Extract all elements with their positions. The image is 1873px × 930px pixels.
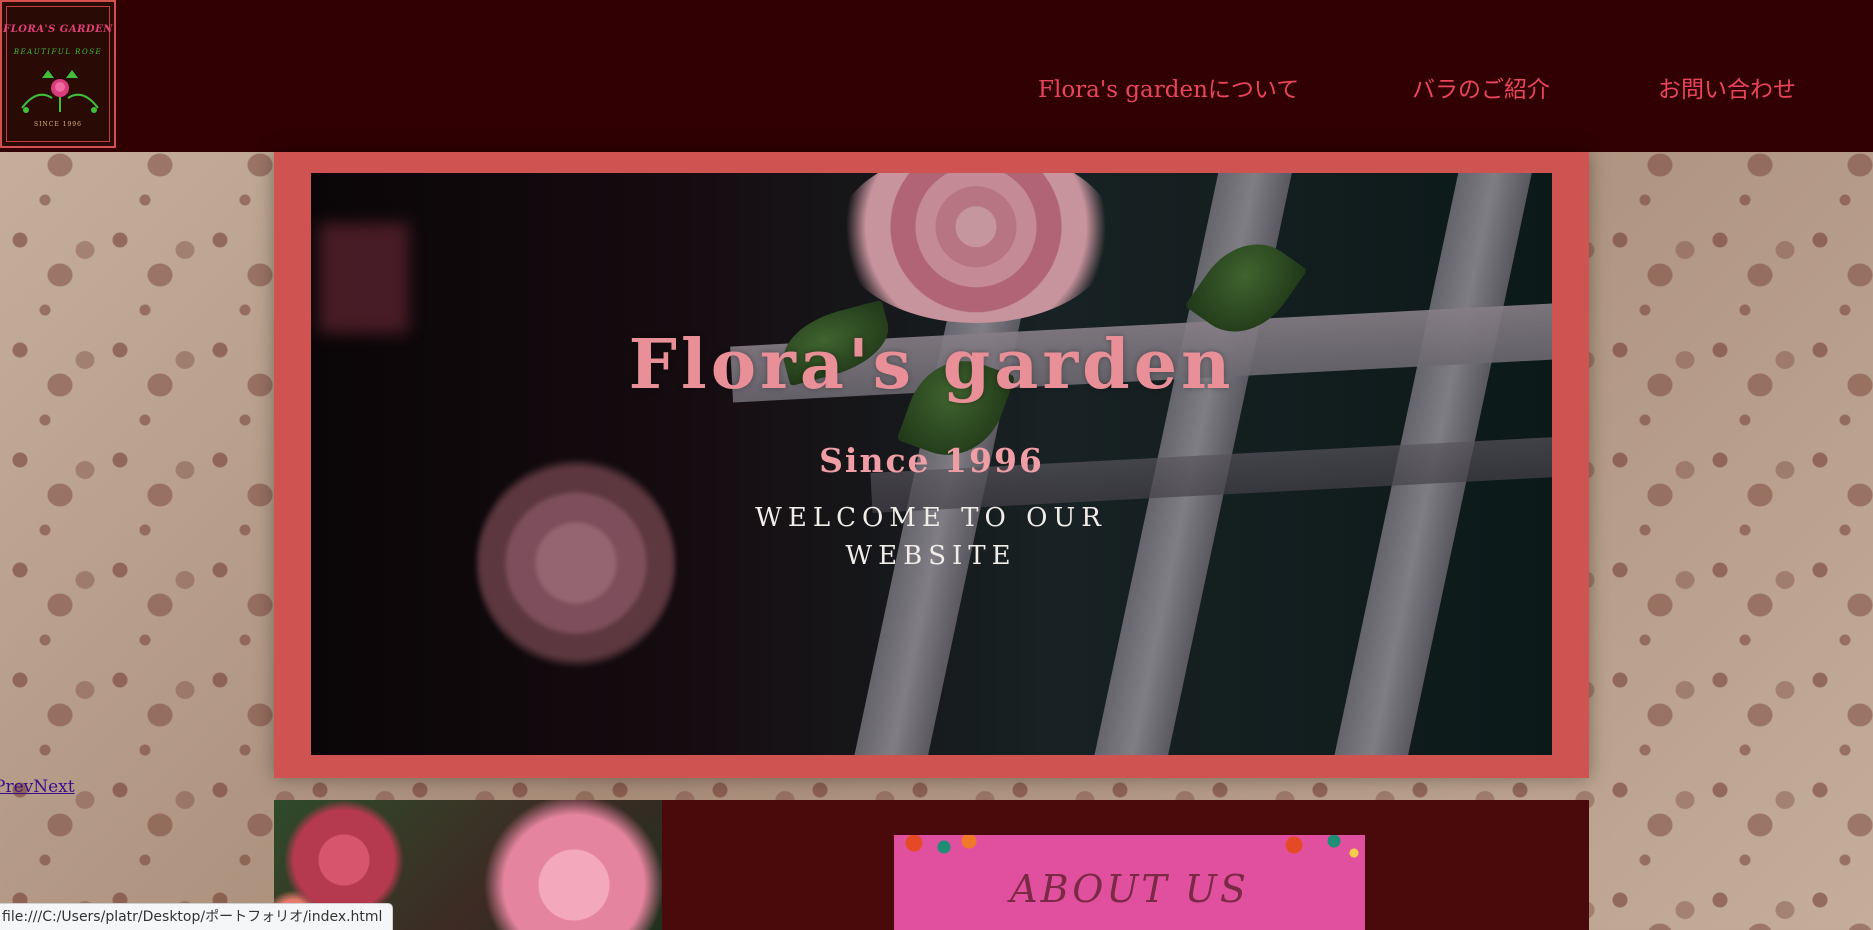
floral-border (894, 835, 1365, 859)
site-header: FLORA'S GARDEN BEAUTIFUL ROSE SINCE 1996… (0, 0, 1873, 152)
nav-link-about-flora[interactable]: Flora's gardenについて (1038, 70, 1299, 104)
about-title: ABOUT US (1010, 867, 1249, 911)
site-logo[interactable]: FLORA'S GARDEN BEAUTIFUL ROSE SINCE 1996 (0, 0, 116, 148)
rose-emblem-icon (21, 70, 99, 113)
about-section: ABOUT US (274, 800, 1589, 930)
browser-status-bar: file:///C:/Users/platr/Desktop/ポートフォリオ/i… (0, 903, 394, 930)
hero-title: Flora's garden (628, 325, 1235, 405)
nav-link-roses[interactable]: バラのご紹介 (1412, 70, 1550, 104)
slider-prev-link[interactable]: Prev (0, 777, 33, 797)
hero-welcome: WELCOME TO OUR WEBSITE (755, 503, 1107, 571)
logo-since: SINCE 1996 (34, 121, 82, 128)
nav-link-contact[interactable]: お問い合わせ (1658, 70, 1796, 104)
hero-slider: Flora's garden Since 1996 WELCOME TO OUR… (274, 152, 1589, 778)
hero-image: Flora's garden Since 1996 WELCOME TO OUR… (311, 173, 1552, 755)
slider-next-link[interactable]: Next (33, 777, 74, 797)
about-banner: ABOUT US (894, 835, 1365, 930)
logo-subtitle: BEAUTIFUL ROSE (13, 48, 103, 56)
logo-title: FLORA'S GARDEN (3, 24, 113, 35)
slider-controls: PrevNext (0, 777, 75, 797)
hero-since: Since 1996 (819, 441, 1044, 480)
